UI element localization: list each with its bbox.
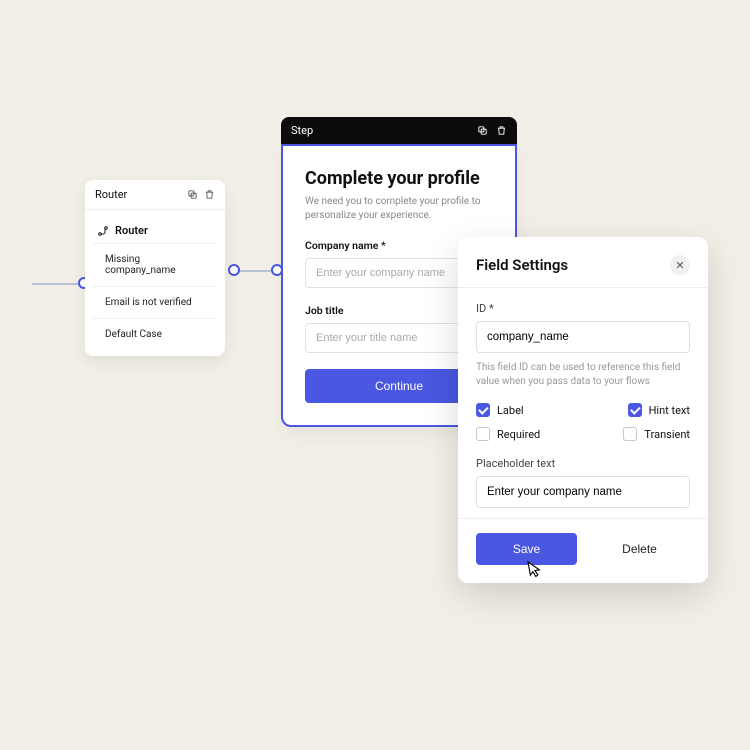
trash-icon[interactable] [496,125,507,136]
router-item[interactable]: Email is not verified [93,286,217,318]
field-settings-modal: Field Settings ✕ ID * This field ID can … [458,237,708,583]
checkbox-label[interactable]: Label [476,403,524,417]
copy-icon[interactable] [477,125,488,136]
checkbox-hint[interactable]: Hint text [628,403,690,417]
router-out-port[interactable] [228,264,240,276]
checkbox-text: Label [497,404,524,417]
save-button[interactable]: Save [476,533,577,565]
connector-wire [32,283,82,285]
checkbox-icon [476,427,490,441]
checkbox-required[interactable]: Required [476,427,540,441]
id-hint: This field ID can be used to reference t… [476,361,690,389]
modal-title: Field Settings [476,256,568,274]
router-item[interactable]: Missing company_name [93,243,217,286]
placeholder-input[interactable] [476,476,690,508]
router-item[interactable]: Default Case [93,318,217,350]
copy-icon[interactable] [187,189,198,200]
connector-wire [237,270,275,272]
checkbox-icon [476,403,490,417]
checkbox-text: Transient [644,428,690,441]
checkbox-icon [628,403,642,417]
router-node[interactable]: Router Router Missing company_name Email… [85,180,225,356]
checkbox-transient[interactable]: Transient [623,427,690,441]
close-icon[interactable]: ✕ [670,255,690,275]
step-subtitle: We need you to complete your profile to … [305,195,484,223]
router-section-label: Router [115,224,148,237]
step-header-label: Step [291,124,313,137]
id-label: ID * [476,302,690,315]
router-header-label: Router [95,188,127,201]
placeholder-label: Placeholder text [476,457,690,470]
route-icon [97,225,109,237]
id-input[interactable] [476,321,690,353]
checkbox-text: Required [497,428,540,441]
checkbox-icon [623,427,637,441]
checkbox-text: Hint text [649,404,690,417]
trash-icon[interactable] [204,189,215,200]
step-header: Step [281,117,517,144]
router-header: Router [85,180,225,210]
step-title: Complete your profile [305,168,493,189]
router-section-title: Router [85,216,225,243]
delete-button[interactable]: Delete [589,533,690,565]
